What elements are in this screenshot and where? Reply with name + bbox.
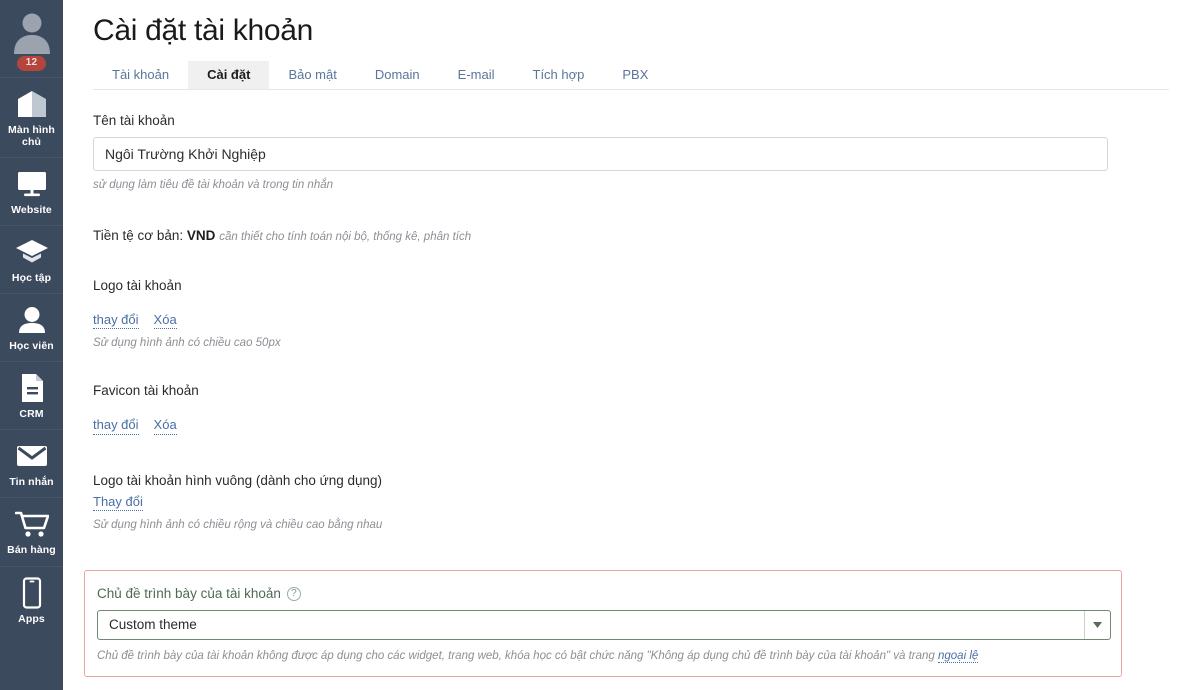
- sidebar-item-website[interactable]: Website: [0, 157, 63, 225]
- sidebar-item-ban-hang[interactable]: Bán hàng: [0, 497, 63, 565]
- theme-panel: Chủ đề trình bày của tài khoản ? Custom …: [84, 570, 1122, 677]
- theme-hint-text: Chủ đề trình bày của tài khoản không đượ…: [97, 649, 938, 662]
- logo-change-link[interactable]: thay đổi: [93, 312, 139, 330]
- tab-domain[interactable]: Domain: [356, 61, 439, 89]
- graduation-cap-icon: [15, 235, 49, 269]
- currency-row: Tiền tệ cơ bản: VND cần thiết cho tính t…: [93, 227, 1169, 246]
- tab-bao-mat[interactable]: Bảo mật: [269, 61, 355, 89]
- logo-delete-link[interactable]: Xóa: [153, 312, 177, 330]
- sidebar: 12 Màn hình chủ Website Học tập Học viên…: [0, 0, 63, 690]
- currency-code: VND: [186, 227, 216, 243]
- sidebar-item-label: Màn hình chủ: [8, 124, 55, 149]
- theme-label-row: Chủ đề trình bày của tài khoản ?: [97, 585, 1109, 603]
- main-content: Cài đặt tài khoản Tài khoản Cài đặt Bảo …: [63, 0, 1199, 690]
- monitor-icon: [16, 167, 48, 201]
- tab-cai-dat[interactable]: Cài đặt: [188, 61, 270, 89]
- sidebar-item-label: Apps: [18, 612, 45, 625]
- user-avatar-icon: [13, 13, 50, 54]
- theme-exception-link[interactable]: ngoại lệ: [938, 649, 979, 663]
- sidebar-item-crm[interactable]: CRM: [0, 361, 63, 429]
- sidebar-item-label: Website: [11, 204, 52, 217]
- logo-hint: Sử dụng hình ảnh có chiều cao 50px: [93, 337, 281, 350]
- question-mark-icon[interactable]: ?: [286, 586, 301, 601]
- sidebar-item-apps[interactable]: Apps: [0, 565, 63, 634]
- tab-tai-khoan[interactable]: Tài khoản: [93, 61, 188, 89]
- sidebar-item-label: CRM: [19, 408, 44, 421]
- student-person-icon: [17, 303, 47, 337]
- logo-heading: Logo tài khoản: [93, 277, 182, 293]
- tab-e-mail[interactable]: E-mail: [439, 61, 514, 89]
- sidebar-item-man-hinh-chu[interactable]: Màn hình chủ: [0, 77, 63, 157]
- account-name-input[interactable]: [93, 136, 1108, 171]
- sidebar-item-label: Bán hàng: [7, 544, 56, 557]
- settings-form: Tên tài khoản sử dụng làm tiêu đề tài kh…: [63, 112, 1199, 534]
- notification-badge[interactable]: 12: [16, 56, 47, 71]
- favicon-actions: thay đổi Xóa: [93, 417, 1169, 435]
- mobile-phone-icon: [20, 576, 44, 610]
- currency-note: cần thiết cho tính toán nội bộ, thống kê…: [219, 230, 472, 243]
- page-title: Cài đặt tài khoản: [93, 14, 314, 47]
- shopping-cart-icon: [14, 507, 49, 541]
- sidebar-item-hoc-vien[interactable]: Học viên: [0, 293, 63, 361]
- square-logo-change-link[interactable]: Thay đổi: [93, 494, 143, 512]
- theme-select-wrap: Custom theme: [97, 609, 1111, 640]
- home-icon: [16, 87, 48, 121]
- app-root: 12 Màn hình chủ Website Học tập Học viên…: [0, 0, 1199, 690]
- avatar[interactable]: [0, 0, 63, 60]
- account-name-label: Tên tài khoản: [93, 113, 175, 128]
- favicon-heading: Favicon tài khoản: [93, 383, 199, 399]
- account-name-hint: sử dụng làm tiêu đề tài khoản và trong t…: [93, 178, 334, 191]
- tab-bar: Tài khoản Cài đặt Bảo mật Domain E-mail …: [93, 60, 1169, 90]
- document-icon: [19, 371, 45, 405]
- theme-select[interactable]: Custom theme: [97, 609, 1111, 640]
- sidebar-item-hoc-tap[interactable]: Học tập: [0, 225, 63, 293]
- envelope-icon: [15, 439, 49, 473]
- sidebar-item-tin-nhan[interactable]: Tin nhắn: [0, 429, 63, 497]
- square-logo-hint: Sử dụng hình ảnh có chiều rộng và chiều …: [93, 519, 383, 532]
- currency-label: Tiền tệ cơ bản:: [93, 227, 184, 243]
- favicon-change-link[interactable]: thay đổi: [93, 417, 139, 435]
- sidebar-item-label: Tin nhắn: [9, 476, 54, 489]
- sidebar-item-label: Học tập: [11, 272, 52, 285]
- theme-hint: Chủ đề trình bày của tài khoản không đượ…: [97, 648, 1109, 664]
- square-logo-heading: Logo tài khoản hình vuông (dành cho ứng …: [93, 472, 383, 488]
- sidebar-item-label: Học viên: [9, 340, 54, 353]
- logo-actions: thay đổi Xóa: [93, 312, 1169, 330]
- tab-tich-hop[interactable]: Tích hợp: [514, 61, 604, 89]
- theme-label: Chủ đề trình bày của tài khoản: [97, 586, 281, 601]
- favicon-delete-link[interactable]: Xóa: [153, 417, 177, 435]
- tab-pbx[interactable]: PBX: [603, 61, 667, 89]
